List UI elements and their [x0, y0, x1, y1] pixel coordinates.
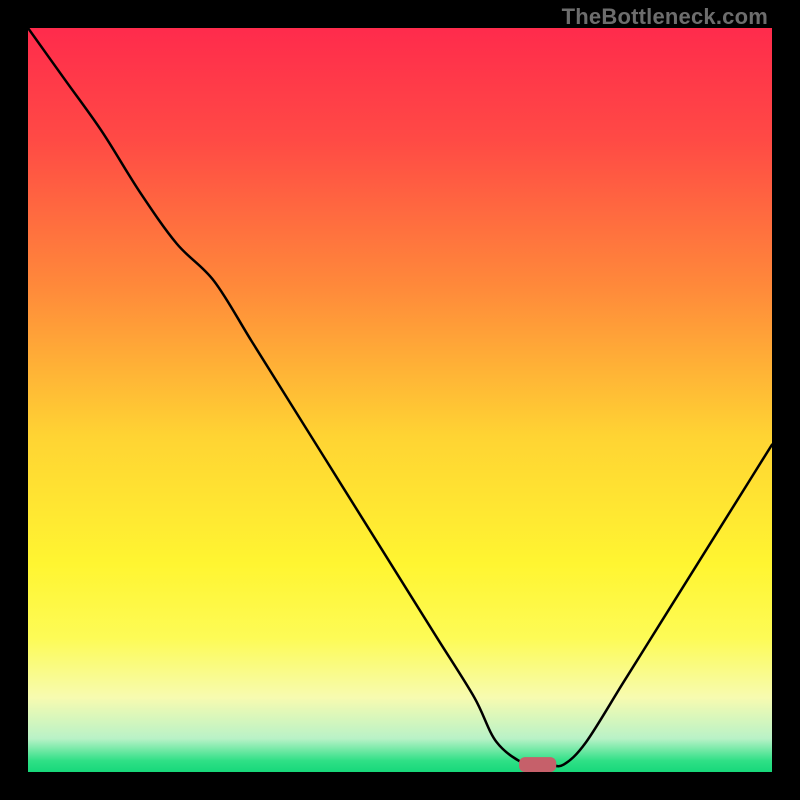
bottleneck-chart — [28, 28, 772, 772]
chart-frame — [28, 28, 772, 772]
gradient-background — [28, 28, 772, 772]
optimal-marker — [519, 757, 556, 772]
watermark-text: TheBottleneck.com — [562, 4, 768, 30]
